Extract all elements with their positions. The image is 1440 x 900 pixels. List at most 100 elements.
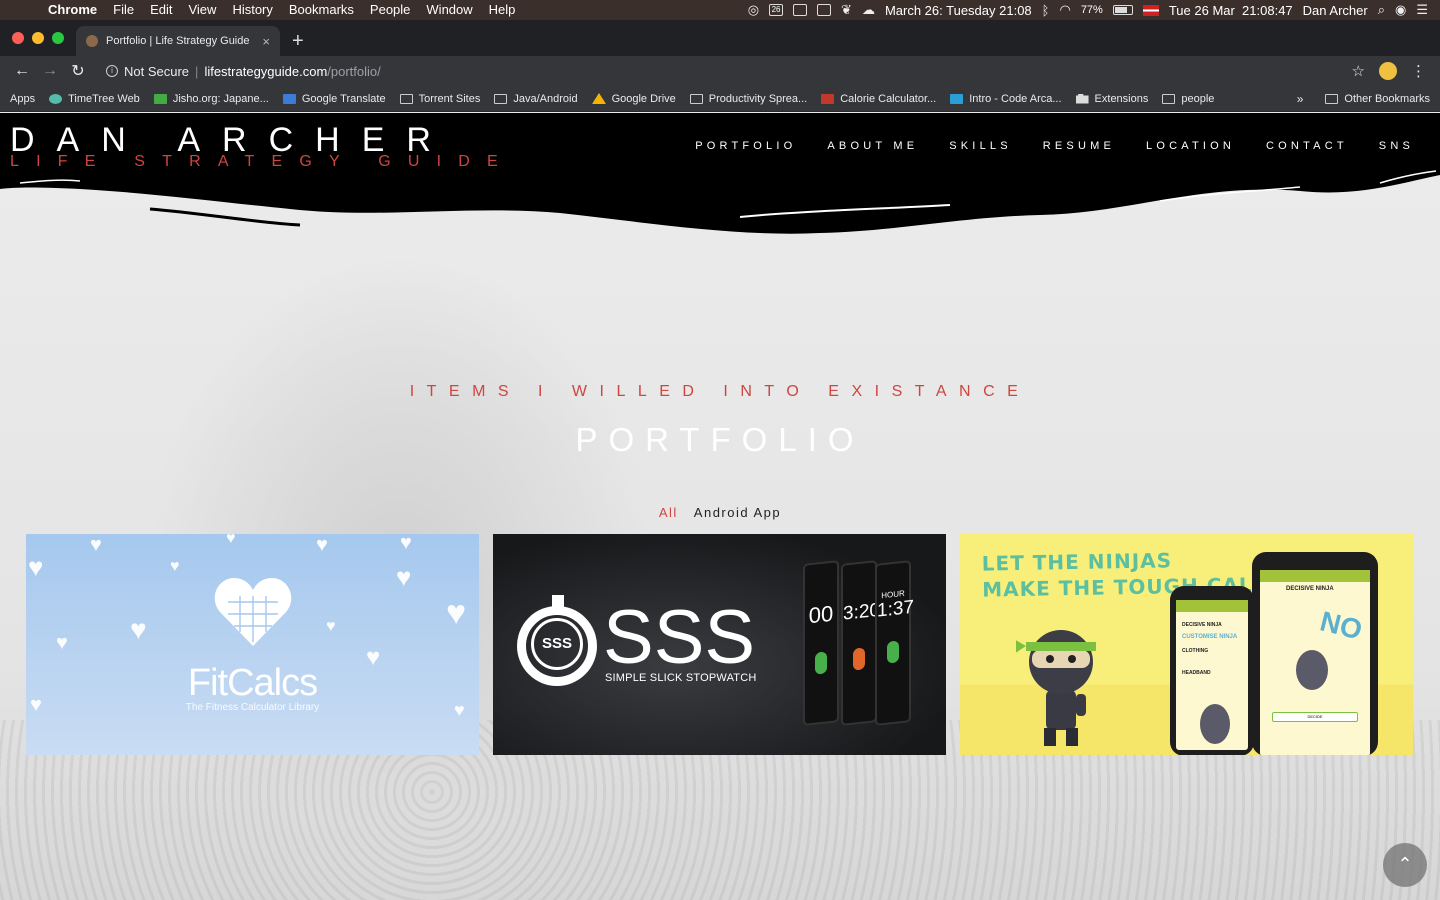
square-icon[interactable]: [817, 4, 832, 16]
close-window-button[interactable]: [12, 32, 24, 44]
heart-icon: ♥: [400, 534, 412, 554]
bookmarks-bar: Apps TimeTree Web Jisho.org: Japane... G…: [0, 86, 1440, 519]
fullscreen-window-button[interactable]: [52, 32, 64, 44]
reload-icon[interactable]: ↻: [64, 61, 92, 81]
battery-percent[interactable]: 77%: [1081, 4, 1103, 16]
bookmarks-overflow-chevron[interactable]: »: [1297, 92, 1304, 106]
menu-edit[interactable]: Edit: [142, 0, 180, 20]
bookmark-people[interactable]: people: [1162, 93, 1214, 105]
url-path[interactable]: /portfolio/: [327, 64, 380, 79]
portfolio-card-fitcalcs[interactable]: ♥ ♥ ♥ ♥ ♥ ♥ ♥ ♥ ♥ ♥ ♥ ♥ ♥ ♥ FitCalcs The…: [26, 534, 479, 755]
filter-android-app[interactable]: Android App: [694, 505, 781, 520]
ninja-avatar-large: [1296, 650, 1328, 690]
bookmark-label: Torrent Sites: [418, 92, 481, 105]
menubar-user[interactable]: Dan Archer: [1303, 3, 1368, 18]
nav-portfolio[interactable]: PORTFOLIO: [695, 140, 796, 152]
url-host[interactable]: lifestrategyguide.com: [204, 64, 327, 79]
battery-icon[interactable]: [1112, 5, 1133, 15]
bookmark-app-icon[interactable]: [793, 4, 808, 16]
bookmark-google-drive[interactable]: Google Drive: [591, 93, 676, 105]
security-label[interactable]: Not Secure: [124, 64, 189, 79]
chrome-tabstrip: Portfolio | Life Strategy Guide × +: [0, 20, 1440, 56]
heart-icon: ♥: [56, 632, 68, 654]
nav-about-me[interactable]: ABOUT ME: [827, 140, 918, 152]
phone-app-bar: [1176, 600, 1248, 612]
bookmark-code-arcade[interactable]: Intro - Code Arca...: [950, 93, 1062, 105]
ninja-menu-customise: CUSTOMISE NINJA: [1182, 634, 1238, 640]
filter-all[interactable]: All: [659, 505, 678, 520]
minimize-window-button[interactable]: [32, 32, 44, 44]
evernote-icon[interactable]: ❦: [841, 2, 852, 18]
folder-icon: [399, 93, 413, 104]
fitcalcs-title: FitCalcs: [187, 662, 318, 704]
address-bar[interactable]: i Not Secure | lifestrategyguide.com/por…: [98, 58, 1352, 84]
tab-close-icon[interactable]: ×: [262, 34, 270, 49]
new-tab-button[interactable]: +: [280, 26, 316, 56]
menubar-clock[interactable]: Tue 26 Mar 21:08:47: [1169, 3, 1293, 18]
nav-resume[interactable]: RESUME: [1043, 140, 1115, 152]
bookmark-label: people: [1181, 92, 1215, 105]
calendar-icon[interactable]: 26: [769, 4, 784, 16]
site-logo-tagline[interactable]: LIFE STRATEGY GUIDE: [10, 153, 515, 171]
heart-icon: ♥: [28, 552, 44, 582]
menu-people[interactable]: People: [362, 0, 418, 20]
bookmark-torrent-sites[interactable]: Torrent Sites: [399, 92, 481, 105]
bookmark-productivity[interactable]: Productivity Sprea...: [689, 93, 807, 105]
chrome-toolbar: ← → ↻ i Not Secure | lifestrategyguide.c…: [0, 56, 1440, 86]
ninja-app-name: DECISIVE NINJA: [1286, 586, 1334, 592]
website-viewport: DAN ARCHER LIFE STRATEGY GUIDE PORTFOLIO…: [0, 113, 1440, 900]
forward-arrow-icon[interactable]: →: [36, 62, 64, 80]
ninja-menu-clothing: CLOTHING: [1182, 648, 1209, 654]
spotlight-search-icon[interactable]: ⌕: [1378, 2, 1385, 18]
bookmark-google-translate[interactable]: Google Translate: [282, 93, 386, 105]
bluetooth-icon[interactable]: ᛒ: [1042, 3, 1050, 18]
menu-view[interactable]: View: [180, 0, 224, 20]
nav-location[interactable]: LOCATION: [1146, 140, 1235, 152]
profile-avatar[interactable]: [1379, 62, 1397, 80]
tab-portfolio[interactable]: Portfolio | Life Strategy Guide ×: [76, 26, 280, 56]
nav-contact[interactable]: CONTACT: [1266, 140, 1348, 152]
bookmark-other-bookmarks[interactable]: Other Bookmarks: [1325, 93, 1430, 105]
heart-icon: ♥: [396, 562, 412, 592]
bookmark-java-android[interactable]: Java/Android: [494, 93, 578, 105]
nav-sns[interactable]: SNS: [1379, 140, 1414, 152]
bookmark-timetree[interactable]: TimeTree Web: [49, 93, 140, 105]
ninja-decide-button: DECIDE: [1272, 712, 1358, 722]
back-arrow-icon[interactable]: ←: [8, 62, 36, 80]
site-favicon-icon: [86, 35, 98, 47]
menu-bookmarks[interactable]: Bookmarks: [281, 0, 362, 20]
portfolio-card-sss[interactable]: SSS SSS SIMPLE SLICK STOPWATCH 00 3:20 H…: [493, 534, 946, 755]
fitcalcs-subtitle: The Fitness Calculator Library: [185, 702, 320, 713]
bookmark-label: TimeTree Web: [68, 92, 140, 105]
folder-icon: [689, 93, 703, 104]
heart-icon: ♥: [226, 534, 236, 547]
info-icon[interactable]: i: [106, 65, 118, 77]
window-controls: [0, 20, 76, 56]
menu-history[interactable]: History: [224, 0, 280, 20]
cloud-upload-icon[interactable]: ☁: [862, 2, 875, 18]
menu-app-chrome[interactable]: Chrome: [40, 0, 105, 20]
bookmark-jisho[interactable]: Jisho.org: Japane...: [153, 93, 269, 105]
wifi-icon[interactable]: ◠: [1059, 2, 1070, 18]
chrome-menu-icon[interactable]: ⋮: [1411, 62, 1426, 80]
bookmark-star-icon[interactable]: ☆: [1352, 62, 1365, 80]
portfolio-card-decisive-ninja[interactable]: LET THE NINJAS MAKE THE TOUGH CALLS DECI…: [960, 534, 1413, 755]
portfolio-filters: All Android App: [0, 505, 1440, 520]
menu-help[interactable]: Help: [481, 0, 524, 20]
site-header: DAN ARCHER LIFE STRATEGY GUIDE PORTFOLIO…: [0, 113, 1440, 243]
bookmark-calorie-calculator[interactable]: Calorie Calculator...: [821, 93, 936, 105]
menu-window[interactable]: Window: [418, 0, 480, 20]
uk-flag-icon[interactable]: [1142, 4, 1159, 16]
heart-icon: ♥: [316, 534, 328, 556]
menu-file[interactable]: File: [105, 0, 142, 20]
creative-cloud-icon[interactable]: ◎: [748, 2, 759, 18]
bookmark-extensions[interactable]: Extensions: [1075, 93, 1148, 105]
notification-center-icon[interactable]: ☰: [1416, 2, 1428, 18]
siri-icon[interactable]: ◉: [1395, 2, 1406, 18]
bookmark-apps[interactable]: Apps: [10, 93, 38, 519]
nav-skills[interactable]: SKILLS: [949, 140, 1012, 152]
sss-phone-3: HOUR 1:37: [875, 560, 914, 726]
scroll-to-top-button[interactable]: ⌃: [1383, 843, 1427, 887]
site-nav: PORTFOLIO ABOUT ME SKILLS RESUME LOCATIO…: [695, 140, 1414, 152]
menubar-date[interactable]: March 26: Tuesday 21:08: [885, 3, 1032, 18]
